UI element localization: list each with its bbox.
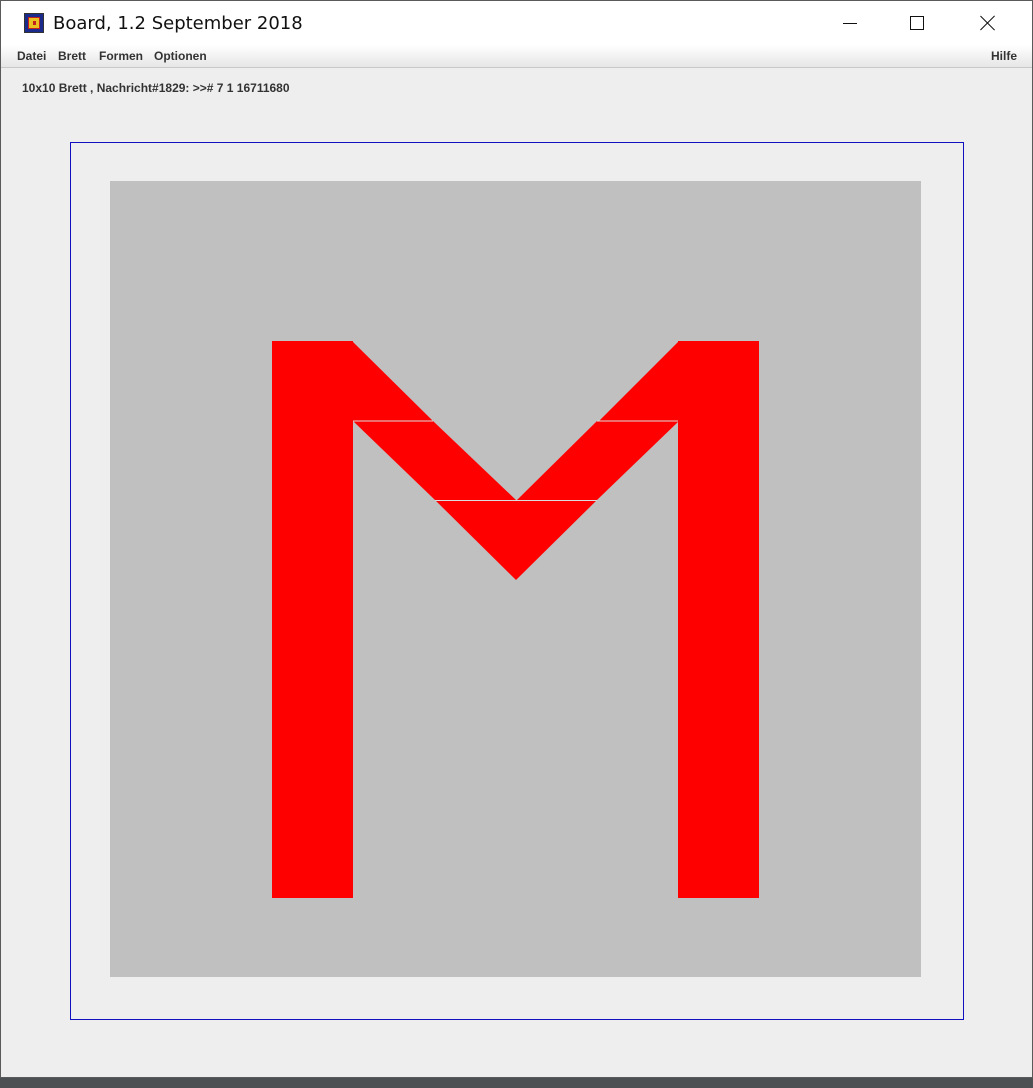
- left-upper-triangle-piece[interactable]: [352, 341, 433, 421]
- right-upper-triangle-piece[interactable]: [599, 341, 679, 421]
- left-diagonal-piece[interactable]: [353, 421, 516, 500]
- board-shapes: [272, 341, 759, 898]
- center-v-piece[interactable]: [435, 500, 597, 580]
- right-diagonal-piece[interactable]: [517, 421, 679, 500]
- right-bar-piece[interactable]: [678, 341, 759, 898]
- app-window: Board, 1.2 September 2018 Datei Brett Fo…: [0, 0, 1033, 1078]
- left-bar-piece[interactable]: [272, 341, 353, 898]
